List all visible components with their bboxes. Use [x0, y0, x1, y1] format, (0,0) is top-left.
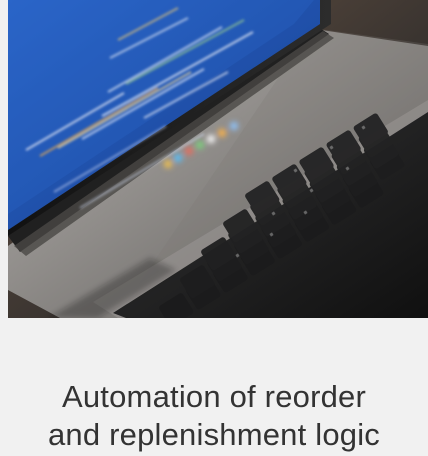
article-card[interactable]: Automation of reorder and replenishment … — [0, 0, 428, 456]
article-title-line-2: and replenishment logic — [47, 417, 381, 452]
article-title[interactable]: Automation of reorder and replenishment … — [0, 378, 428, 454]
hero-image[interactable] — [8, 0, 428, 318]
laptop-photo-illustration — [8, 0, 428, 318]
article-title-line-1: Automation of reorder — [61, 379, 367, 414]
